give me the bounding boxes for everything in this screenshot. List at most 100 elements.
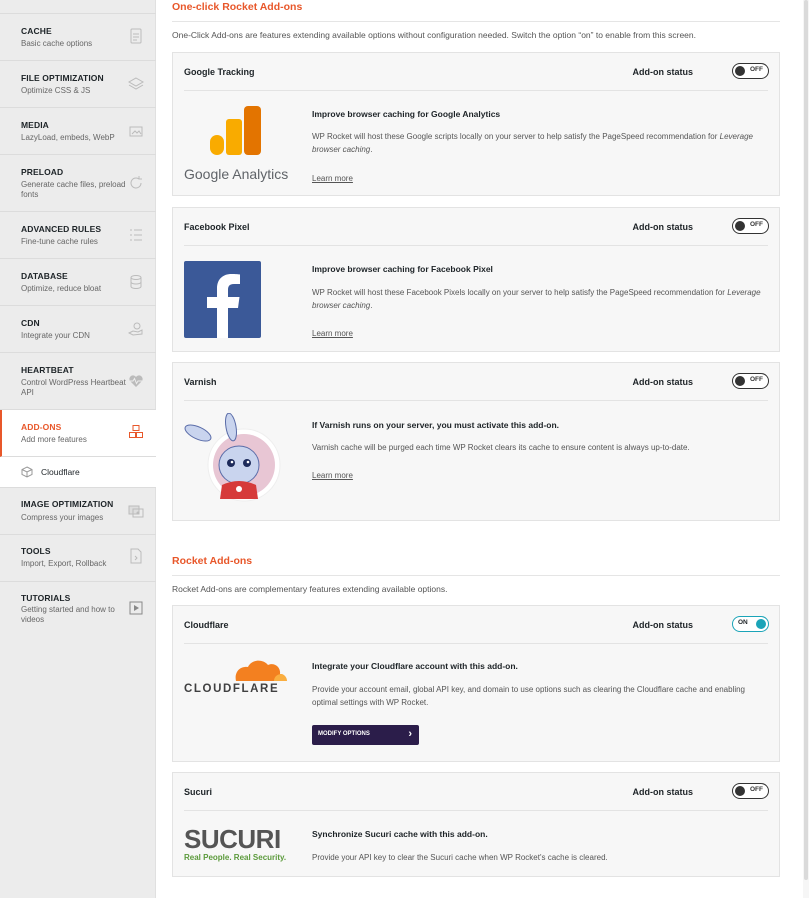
addon-description: Provide your account email, global API k… [312,685,746,707]
cloudflare-logo: CLOUDFLARE [184,658,292,698]
addon-toggle-varnish[interactable]: OFF [732,373,769,389]
chevron-right-icon: › [408,728,412,740]
addon-status-label: Add-on status [632,620,694,630]
sucuri-logo-text: SUCURI [184,824,281,854]
sidebar-item-database[interactable]: DATABASE Optimize, reduce bloat [0,259,156,306]
sidebar-item-title: ADVANCED RULES [21,224,102,234]
addon-description: Varnish cache will be purged each time W… [312,443,690,452]
learn-more-link[interactable]: Learn more [312,329,353,338]
addon-status-label: Add-on status [632,787,694,797]
sidebar-item-title: CACHE [21,26,52,36]
addon-toggle-google-tracking[interactable]: OFF [732,63,769,79]
scrollbar[interactable] [803,0,809,898]
learn-more-link[interactable]: Learn more [312,471,353,480]
refresh-icon [130,176,142,189]
document-icon [130,28,142,44]
sidebar-item-media[interactable]: MEDIA LazyLoad, embeds, WebP [0,108,156,155]
sidebar-item-subtitle: Control WordPress Heartbeat API [21,378,126,397]
google-analytics-logo-text: Google Analytics [184,166,289,182]
section-description: One-Click Add-ons are features extending… [172,30,697,40]
learn-more-link[interactable]: Learn more [312,174,353,183]
addon-heading: Improve browser caching for Google Analy… [312,109,501,119]
addon-card-cloudflare: Cloudflare Add-on status ON CLOUDFLARE I… [172,605,780,762]
addon-card-varnish: Varnish Add-on status OFF If Varnish run… [172,362,780,521]
section-title-rocket-addons: Rocket Add-ons [172,555,253,567]
section-divider [172,21,780,22]
addon-heading: Integrate your Cloudflare account with t… [312,661,518,671]
toggle-knob [735,220,745,231]
layers-icon [128,77,144,90]
addon-description-text: WP Rocket will host these Google scripts… [312,132,718,141]
addon-heading: Improve browser caching for Facebook Pix… [312,264,493,274]
sidebar-item-top-partial[interactable] [0,0,156,14]
addon-description: WP Rocket will host these Facebook Pixel… [312,288,761,310]
sidebar-item-subtitle: Generate cache files, preload fonts [21,180,126,199]
sidebar-item-advanced-rules[interactable]: ADVANCED RULES Fine-tune cache rules [0,212,156,259]
addon-toggle-cloudflare[interactable]: ON [732,616,769,632]
addon-name: Cloudflare [184,620,229,630]
addon-heading: Synchronize Sucuri cache with this add-o… [312,829,488,839]
sidebar-item-title: TOOLS [21,546,51,556]
cloudflare-cloud-icon [235,660,287,681]
addon-card-facebook-pixel: Facebook Pixel Add-on status OFF Improve… [172,207,780,352]
card-divider [184,400,768,401]
image-compress-icon [128,505,144,518]
list-icon [130,229,142,241]
toggle-knob [735,65,745,76]
image-icon [129,126,143,137]
addon-description: Provide your API key to clear the Sucuri… [312,853,608,862]
card-divider [184,90,768,91]
sidebar-item-subtitle: Fine-tune cache rules [21,237,98,246]
sidebar-subitem-label: Cloudflare [41,467,80,477]
sidebar-item-title: DATABASE [21,271,68,281]
addon-description-text: WP Rocket will host these Facebook Pixel… [312,288,725,297]
cloudflare-logo-text: CLOUDFLARE [184,683,280,695]
addon-name: Sucuri [184,787,213,797]
toggle-state: OFF [750,66,763,73]
database-icon [130,275,142,289]
addon-toggle-sucuri[interactable]: OFF [732,783,769,799]
sidebar-item-title: PRELOAD [21,167,64,177]
addon-name: Varnish [184,377,217,387]
sidebar-item-subtitle: Import, Export, Rollback [21,559,107,568]
toggle-knob [756,618,766,629]
sidebar-item-title: HEARTBEAT [21,365,74,375]
toggle-state: OFF [750,376,763,383]
cube-icon [21,466,33,478]
sidebar-item-title: TUTORIALS [21,593,71,603]
sidebar-item-heartbeat[interactable]: HEARTBEAT Control WordPress Heartbeat AP… [0,353,156,410]
sidebar-item-subtitle: Optimize, reduce bloat [21,284,102,293]
addon-name: Facebook Pixel [184,222,250,232]
sidebar-item-preload[interactable]: PRELOAD Generate cache files, preload fo… [0,155,156,212]
sidebar-item-cache[interactable]: CACHE Basic cache options [0,14,156,61]
google-analytics-icon [210,106,261,155]
sidebar-item-title: CDN [21,318,40,328]
sidebar-item-title: FILE OPTIMIZATION [21,73,104,83]
sidebar-item-title: ADD-ONS [21,422,62,432]
sidebar-item-file-optimization[interactable]: FILE OPTIMIZATION Optimize CSS & JS [0,61,156,108]
addon-description: WP Rocket will host these Google scripts… [312,132,753,154]
facebook-logo [184,261,261,338]
section-description: Rocket Add-ons are complementary feature… [172,584,448,594]
modify-options-label: MODIFY OPTIONS [318,731,370,737]
addon-name: Google Tracking [184,67,255,77]
sidebar-item-tutorials[interactable]: TUTORIALS Getting started and how to vid… [0,582,156,629]
addon-status-label: Add-on status [632,67,694,77]
heartbeat-icon [129,375,143,387]
sidebar-item-title: IMAGE OPTIMIZATION [21,499,114,509]
main-content: One-click Rocket Add-ons One-Click Add-o… [156,0,809,898]
sidebar-item-subtitle: Compress your images [21,513,104,522]
sidebar-item-subtitle: Basic cache options [21,39,93,48]
sidebar-item-subtitle: LazyLoad, embeds, WebP [21,133,115,142]
modify-options-button[interactable]: MODIFY OPTIONS › [312,725,419,745]
addon-status-label: Add-on status [632,377,694,387]
sidebar-item-add-ons[interactable]: ADD-ONS Add more features [0,410,156,457]
sidebar-subitem-cloudflare[interactable]: Cloudflare [0,457,156,488]
sidebar-item-tools[interactable]: TOOLS Import, Export, Rollback [0,535,156,582]
sidebar-item-subtitle: Add more features [21,435,87,444]
sidebar-item-cdn[interactable]: CDN Integrate your CDN [0,306,156,353]
play-icon [129,601,143,615]
scrollbar-thumb[interactable] [804,0,808,880]
sidebar-item-image-optimization[interactable]: IMAGE OPTIMIZATION Compress your images [0,488,156,535]
addon-toggle-facebook-pixel[interactable]: OFF [732,218,769,234]
